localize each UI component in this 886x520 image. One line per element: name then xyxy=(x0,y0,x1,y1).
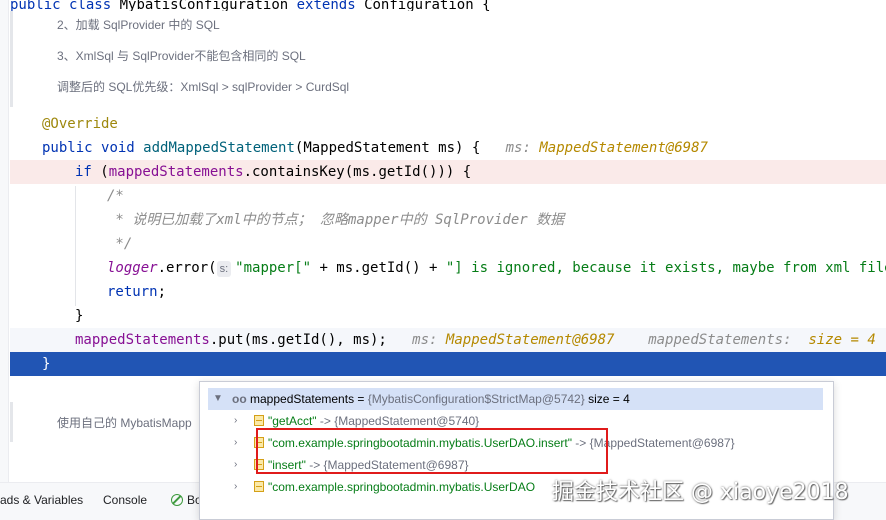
chevron-right-icon[interactable]: › xyxy=(234,410,237,432)
doc-line: 使用自己的 MybatisMapp xyxy=(57,416,192,430)
method-call: .error( xyxy=(157,260,217,276)
inline-value-label: ms: xyxy=(505,140,531,156)
keyword-return: return xyxy=(107,284,158,300)
method-params: (MappedStatement ms) { xyxy=(294,140,481,156)
stop-circle-icon xyxy=(171,494,183,506)
return-line: return; xyxy=(10,280,886,304)
highlight-box xyxy=(256,428,608,474)
parameter-hint: s: xyxy=(216,261,232,277)
entry-value: {MappedStatement@6987} xyxy=(589,436,735,450)
keyword-if: if xyxy=(75,164,92,180)
close-brace: } xyxy=(75,308,84,324)
entry-key: "com.example.springbootadmin.mybatis.Use… xyxy=(268,480,536,494)
chevron-right-icon[interactable]: › xyxy=(234,476,237,498)
inline-value: MappedStatement@6987 xyxy=(445,332,615,348)
inline-value: MappedStatement@6987 xyxy=(539,140,708,156)
paren: ( xyxy=(91,164,109,180)
size-label: size = 4 xyxy=(588,392,630,406)
comment-line: * 说明已加载了xml中的节点； 忽略mapper中的 SqlProvider … xyxy=(107,212,565,228)
inline-value-label: ms: xyxy=(412,332,438,348)
map-entry-icon xyxy=(254,415,264,426)
statement-end: ; xyxy=(157,284,167,300)
doc-line: 3、XmlSql 与 SqlProvider不能包含相同的 SQL xyxy=(57,49,306,63)
string-literal: "] is ignored, because it exists, maybe … xyxy=(445,260,886,276)
field-logger: logger xyxy=(107,260,158,276)
keyword-void: void xyxy=(101,140,135,156)
map-entry-icon xyxy=(254,481,264,492)
entry-content: "com.example.springbootadmin.mybatis.Use… xyxy=(254,476,535,498)
equals-sign: = xyxy=(354,392,368,406)
tab-console[interactable]: Console xyxy=(103,493,147,507)
entry-value: {MappedStatement@5740} xyxy=(334,414,480,428)
entry-key: "getAcct" xyxy=(268,414,317,428)
doc-line: 2、加载 SqlProvider 中的 SQL xyxy=(57,18,220,32)
if-condition: .containsKey(ms.getId())) { xyxy=(243,164,472,180)
tab-threads-variables[interactable]: ads & Variables xyxy=(0,493,83,507)
entry-arrow: -> xyxy=(316,414,335,428)
watch-glasses-icon: oo xyxy=(232,392,247,406)
put-line: mappedStatements.put(ms.getId(), ms); ms… xyxy=(10,328,886,352)
expression: + ms.getId() + xyxy=(311,260,446,276)
if-statement-line: if (mappedStatements.containsKey(ms.getI… xyxy=(10,160,886,184)
variable-name: mappedStatements xyxy=(250,392,355,406)
tab-extra[interactable]: Bo xyxy=(171,493,202,507)
chevron-right-icon[interactable]: › xyxy=(234,454,237,476)
method-signature: public void addMappedStatement(MappedSta… xyxy=(10,136,886,160)
override-annotation: @Override xyxy=(10,112,886,136)
execution-point-line: } xyxy=(10,352,886,376)
method-name[interactable]: addMappedStatement xyxy=(143,140,295,156)
logger-line: logger.error(s: "mapper[" + ms.getId() + … xyxy=(10,256,886,280)
comment-line: */ xyxy=(107,236,133,252)
inline-value: size = 4 xyxy=(808,332,876,348)
put-call: .put(ms.getId(), ms); xyxy=(209,332,387,348)
comment-line: /* xyxy=(107,188,124,204)
variable-value: {MybatisConfiguration$StrictMap@5742} xyxy=(367,392,585,406)
watermark: 掘金技术社区 @ xiaoye2018 xyxy=(552,480,849,505)
inline-value-label: mappedStatements: xyxy=(648,332,792,348)
keyword-public: public xyxy=(42,140,93,156)
popup-root-row[interactable]: ▼ oo mappedStatements = {MybatisConfigur… xyxy=(208,388,823,410)
doc-line: 调整后的 SQL优先级：XmlSql > sqlProvider > CurdS… xyxy=(57,80,350,94)
chevron-down-icon[interactable]: ▼ xyxy=(213,388,223,410)
field-mappedStatements: mappedStatements xyxy=(108,164,244,180)
annotation-text: @Override xyxy=(42,116,118,132)
root-label: mappedStatements = {MybatisConfiguration… xyxy=(250,388,630,410)
chevron-right-icon[interactable]: › xyxy=(234,432,237,454)
editor-gutter xyxy=(0,0,9,520)
string-literal: "mapper[" xyxy=(235,260,312,276)
field-mappedStatements: mappedStatements xyxy=(75,332,210,348)
